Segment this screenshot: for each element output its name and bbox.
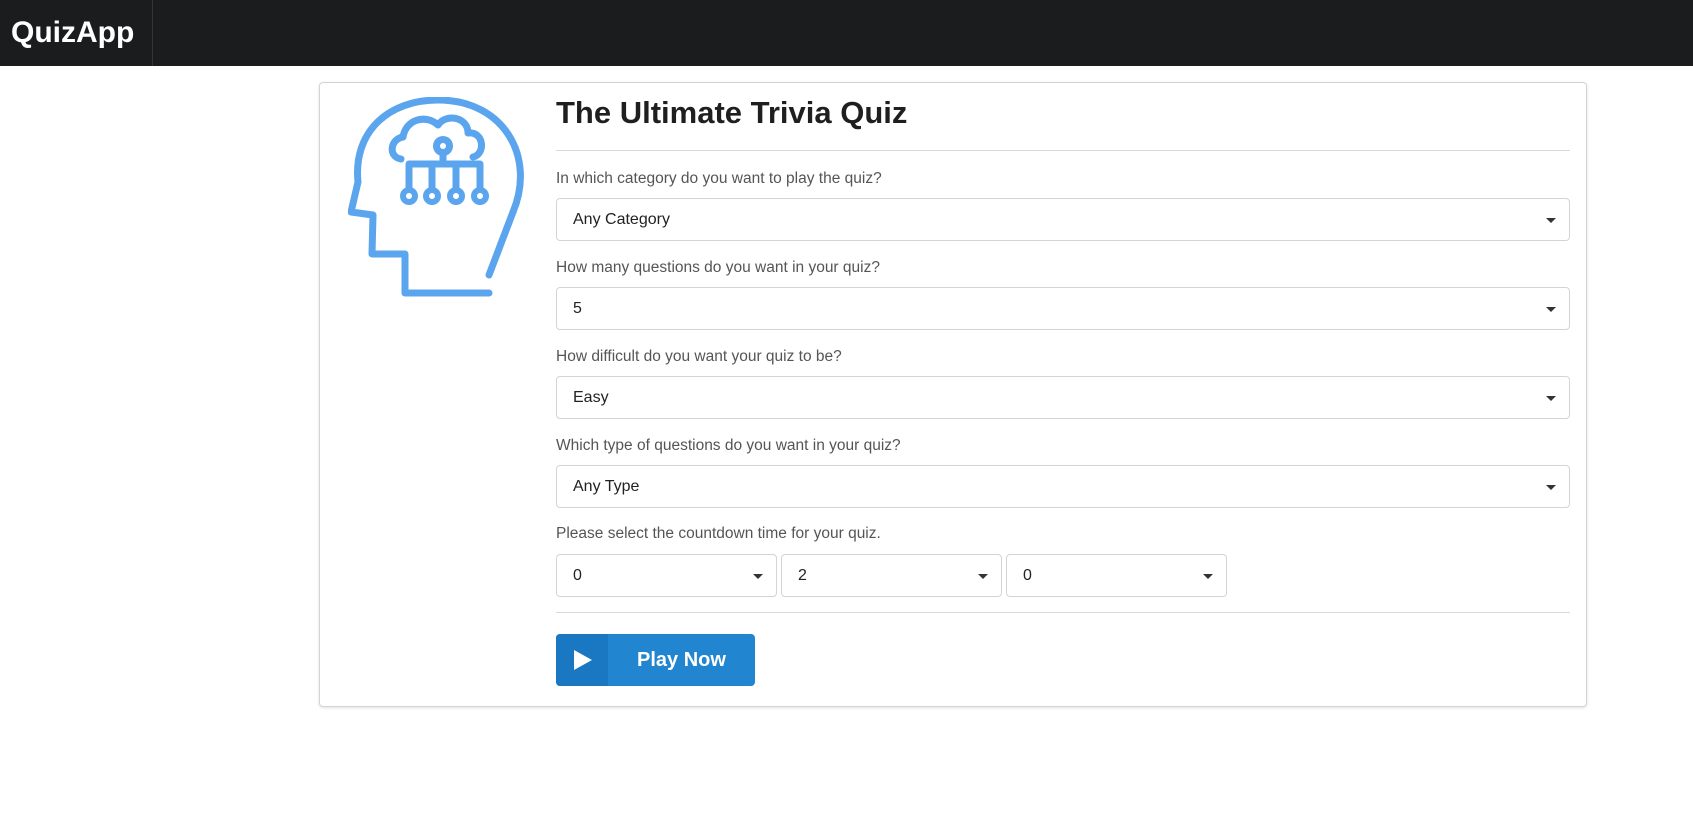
type-selected-value: Any Type <box>573 478 640 495</box>
difficulty-select[interactable]: Easy <box>556 376 1570 419</box>
play-icon-box <box>556 634 608 686</box>
hours-selected-value: 0 <box>573 567 582 584</box>
countdown-seconds-select[interactable]: 0 <box>1006 554 1227 597</box>
question-amount-select[interactable]: 5 <box>556 287 1570 330</box>
seconds-selected-value: 0 <box>1023 567 1032 584</box>
category-label: In which category do you want to play th… <box>556 170 882 187</box>
difficulty-label: How difficult do you want your quiz to b… <box>556 348 842 365</box>
top-navbar: QuizApp <box>0 0 1693 66</box>
play-now-button[interactable]: Play Now <box>556 634 755 686</box>
countdown-label: Please select the countdown time for you… <box>556 525 881 542</box>
title-divider <box>556 150 1570 151</box>
category-selected-value: Any Category <box>573 211 670 228</box>
amount-selected-value: 5 <box>573 300 582 317</box>
amount-label: How many questions do you want in your q… <box>556 259 880 276</box>
minutes-selected-value: 2 <box>798 567 807 584</box>
countdown-hours-select[interactable]: 0 <box>556 554 777 597</box>
brand-logo[interactable]: QuizApp <box>0 0 153 66</box>
brain-head-icon <box>348 97 524 297</box>
difficulty-selected-value: Easy <box>573 389 609 406</box>
play-now-label: Play Now <box>637 649 726 671</box>
page-title: The Ultimate Trivia Quiz <box>556 95 908 130</box>
caret-down-icon <box>1546 396 1556 401</box>
question-type-select[interactable]: Any Type <box>556 465 1570 508</box>
caret-down-icon <box>1546 307 1556 312</box>
caret-down-icon <box>753 574 763 579</box>
caret-down-icon <box>1203 574 1213 579</box>
form-divider <box>556 612 1570 613</box>
caret-down-icon <box>1546 485 1556 490</box>
countdown-minutes-select[interactable]: 2 <box>781 554 1002 597</box>
category-select[interactable]: Any Category <box>556 198 1570 241</box>
type-label: Which type of questions do you want in y… <box>556 437 901 454</box>
play-icon <box>574 650 592 670</box>
caret-down-icon <box>978 574 988 579</box>
caret-down-icon <box>1546 218 1556 223</box>
